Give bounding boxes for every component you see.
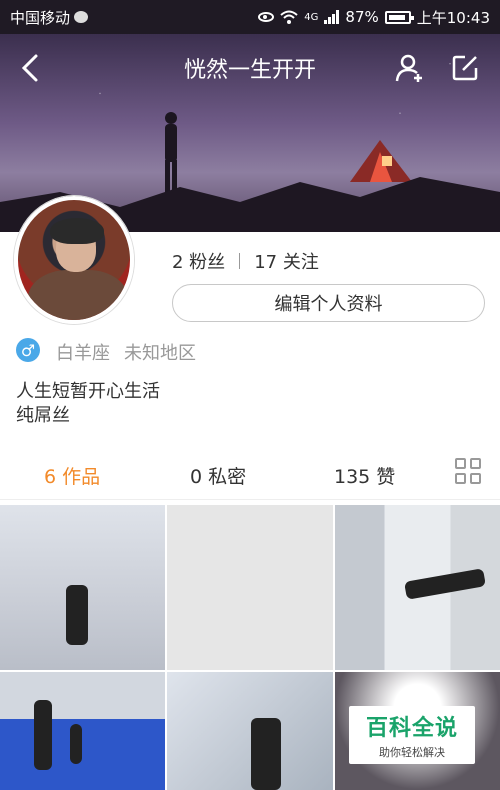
share-button[interactable] xyxy=(447,50,483,86)
signal-icon xyxy=(324,10,340,24)
tab-private[interactable]: 0 私密 xyxy=(190,462,246,489)
network-type: 4G xyxy=(304,11,319,23)
profile-stats: 2 粉丝 17 关注 xyxy=(172,248,319,274)
carrier-name: 中国移动 xyxy=(10,8,71,27)
thumb-person xyxy=(66,585,88,645)
tab-likes[interactable]: 135 赞 xyxy=(334,462,395,489)
status-bar: 中国移动 4G 87% 上午10:43 xyxy=(0,0,500,34)
add-user-icon xyxy=(395,54,422,82)
clock: 上午10:43 xyxy=(416,8,490,27)
thumb-person xyxy=(251,718,281,790)
avatar-body xyxy=(28,270,128,320)
work-thumbnail[interactable] xyxy=(167,672,333,790)
wifi-icon xyxy=(280,10,298,24)
work-thumbnail[interactable] xyxy=(0,505,165,670)
constellation: 白羊座 xyxy=(56,343,110,364)
status-right: 4G 87% 上午10:43 xyxy=(258,7,490,28)
grid-view-icon[interactable] xyxy=(455,458,481,484)
thumb-person xyxy=(34,700,52,770)
stats-divider xyxy=(239,253,241,269)
gender-male-icon: ♂ xyxy=(16,338,40,362)
region: 未知地区 xyxy=(124,343,196,364)
work-thumbnail[interactable] xyxy=(167,505,333,670)
bio-line: 人生短暂开心生活 xyxy=(16,381,160,402)
watermark-subtitle: 助你轻松解决 xyxy=(379,746,445,759)
battery-icon xyxy=(384,10,414,24)
profile-bio: 人生短暂开心生活 纯屌丝 xyxy=(16,380,160,428)
work-thumbnail[interactable] xyxy=(0,672,165,790)
avatar[interactable] xyxy=(14,196,134,324)
tab-works[interactable]: 6 作品 xyxy=(44,462,100,489)
edit-share-icon xyxy=(452,55,478,81)
eye-comfort-icon xyxy=(258,12,275,22)
carrier-group: 中国移动 xyxy=(10,7,89,28)
watermark-logo: 百科全说 助你轻松解决 xyxy=(349,706,475,764)
following-count[interactable]: 17 关注 xyxy=(254,248,319,274)
work-thumbnail[interactable] xyxy=(335,505,500,670)
profile-tabs: 6 作品 0 私密 135 赞 xyxy=(0,448,500,500)
add-friend-button[interactable] xyxy=(392,50,428,86)
watermark-title: 百科全说 xyxy=(365,716,458,741)
profile-meta: 白羊座 未知地区 xyxy=(56,339,196,365)
thumb-person xyxy=(70,724,82,764)
bio-line: 纯屌丝 xyxy=(16,405,70,426)
avatar-hair xyxy=(50,218,104,244)
message-icon xyxy=(74,11,89,23)
thumb-person xyxy=(404,568,486,600)
battery-percent: 87% xyxy=(345,8,379,26)
edit-profile-button[interactable]: 编辑个人资料 xyxy=(172,284,485,322)
followers-count[interactable]: 2 粉丝 xyxy=(172,248,225,274)
